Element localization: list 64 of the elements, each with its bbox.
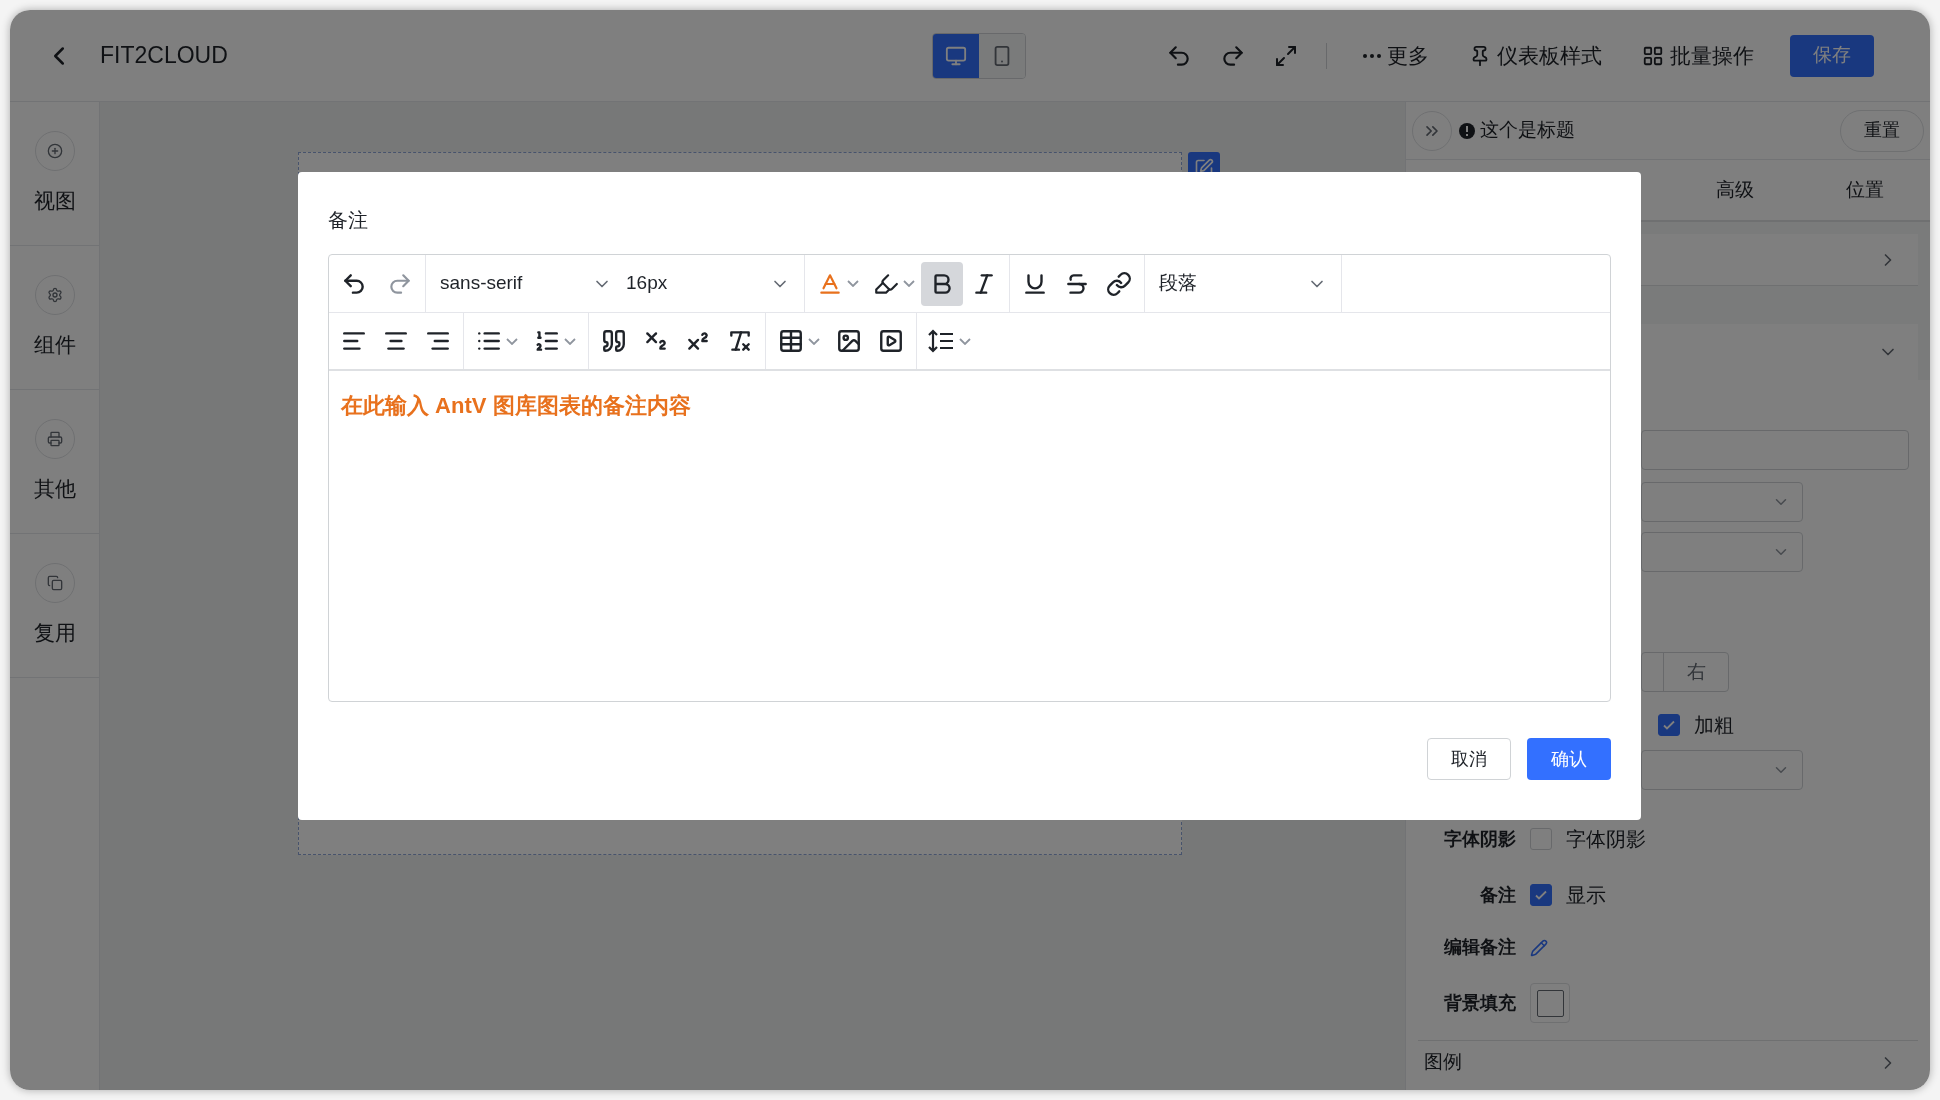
more-icon [1363, 53, 1381, 58]
editor-content[interactable]: 在此输入 AntV 图库图表的备注内容 [329, 371, 1610, 701]
save-button[interactable]: 保存 [1790, 34, 1874, 77]
remark-text: 在此输入 AntV 图库图表的备注内容 [341, 393, 691, 418]
fullscreen-icon [1274, 43, 1298, 68]
caret-icon [903, 280, 915, 287]
field-label: 编辑备注 [1443, 936, 1516, 959]
checkmark-icon [1534, 889, 1548, 901]
field-label: 背景填充 [1443, 991, 1516, 1015]
checkbox-label: 加粗 [1694, 713, 1734, 738]
pencil-button[interactable] [1530, 938, 1548, 957]
input-field[interactable] [1641, 430, 1909, 470]
video-icon [878, 328, 904, 354]
toolbar-action[interactable]: 批量操作 [1642, 39, 1754, 72]
panel-tab[interactable]: 位置 [1800, 160, 1930, 222]
dialog-title: 备注 [328, 208, 369, 233]
checkbox-label: 字体阴影 [1566, 827, 1646, 852]
field-label: 备注 [1479, 883, 1516, 907]
caret-icon [564, 337, 576, 345]
caret-icon [847, 280, 859, 287]
legend-label: 图例 [1424, 1050, 1462, 1075]
field-label: 字体阴影 [1443, 827, 1516, 851]
option-checkbox[interactable] [1530, 884, 1552, 906]
line-height-icon [927, 328, 955, 354]
sidebar-item[interactable]: 复用 [10, 534, 99, 678]
checkmark-icon [1662, 719, 1676, 731]
font-size-select[interactable]: 16px [626, 269, 790, 298]
caret-icon [959, 337, 971, 345]
select-field[interactable] [1641, 532, 1803, 572]
toolbar-action[interactable]: 仪表板样式 [1469, 39, 1602, 72]
align-option[interactable]: 右 [1663, 653, 1728, 691]
sidebar-item[interactable]: 视图 [10, 102, 99, 246]
monitor-mode-button[interactable] [933, 33, 979, 78]
cancel-button[interactable]: 取消 [1427, 738, 1511, 780]
sidebar-item[interactable]: 组件 [10, 246, 99, 390]
info-icon [1458, 121, 1476, 140]
phone-mode-button[interactable] [979, 33, 1025, 78]
table-icon [778, 328, 804, 354]
sidebar-item[interactable]: 其他 [10, 390, 99, 534]
image-icon [836, 328, 862, 354]
caret-icon [808, 337, 820, 345]
paragraph-select[interactable]: 段落 [1159, 269, 1327, 298]
panel-tab[interactable]: 高级 [1670, 160, 1800, 222]
checkbox-label: 显示 [1566, 883, 1606, 908]
legend-row[interactable]: 图例 [1418, 1040, 1918, 1084]
select-field[interactable] [1641, 750, 1803, 790]
pencil-icon [1530, 938, 1548, 957]
toolbar-action[interactable]: 更多 [1363, 39, 1429, 72]
select-field[interactable] [1641, 482, 1803, 522]
monitor-icon [945, 44, 967, 67]
color-picker[interactable] [1530, 983, 1570, 1023]
app-title: FIT2CLOUD [100, 41, 228, 71]
fullscreen-button[interactable] [1274, 43, 1298, 68]
caret-icon [506, 337, 518, 345]
quote-icon [601, 328, 627, 354]
panel-title: 这个是标题 [1480, 118, 1575, 143]
link-icon [1106, 270, 1132, 297]
clear-format-icon [727, 328, 753, 354]
bold-checkbox[interactable] [1658, 714, 1680, 736]
bold-button[interactable] [921, 261, 963, 306]
numbered-list-icon [534, 328, 560, 354]
grid-icon [1642, 44, 1664, 67]
font-family-select[interactable]: sans-serif [440, 269, 612, 298]
confirm-button[interactable]: 确认 [1527, 738, 1611, 780]
